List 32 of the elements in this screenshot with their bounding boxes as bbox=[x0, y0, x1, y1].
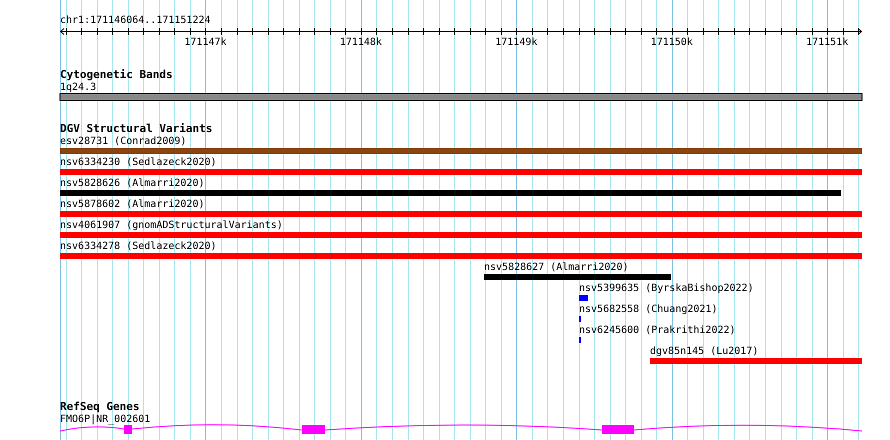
variant-bar[interactable] bbox=[60, 148, 862, 154]
track-title: Cytogenetic Bands bbox=[60, 68, 173, 81]
variant-bar[interactable] bbox=[650, 358, 862, 364]
variant-label: nsv5878602 (Almarri2020) bbox=[60, 199, 204, 210]
variant-bar[interactable] bbox=[60, 190, 841, 196]
variant-bar[interactable] bbox=[60, 211, 862, 217]
coordinate-label: 171148k bbox=[340, 37, 382, 48]
variant-bar[interactable] bbox=[484, 274, 671, 280]
coordinate-label: 171149k bbox=[495, 37, 538, 48]
variant-label: nsv4061907 (gnomADStructuralVariants) bbox=[60, 220, 283, 231]
variant-label: nsv6245600 (Prakrithi2022) bbox=[579, 325, 736, 336]
variant-label: nsv5399635 (ByrskaBishop2022) bbox=[579, 283, 754, 294]
variant-bar[interactable] bbox=[60, 232, 862, 238]
gene-model-drawing[interactable] bbox=[60, 424, 862, 434]
variant-label: nsv6334278 (Sedlazeck2020) bbox=[60, 241, 217, 252]
track-title: DGV Structural Variants bbox=[60, 122, 212, 135]
variant-label: nsv6334230 (Sedlazeck2020) bbox=[60, 157, 217, 168]
variant-label: dgv85n145 (Lu2017) bbox=[650, 346, 758, 357]
variant-bar[interactable] bbox=[60, 253, 862, 259]
track-title: RefSeq Genes bbox=[60, 400, 140, 413]
coordinate-label: 171147k bbox=[184, 37, 227, 48]
variant-bar[interactable] bbox=[579, 295, 588, 301]
gene-label: FMO6P|NR_002601 bbox=[60, 414, 150, 425]
variant-label: nsv5682558 (Chuang2021) bbox=[579, 304, 718, 315]
coordinate-label: 171150k bbox=[650, 37, 693, 48]
band-label: 1q24.3 bbox=[60, 82, 96, 93]
variant-label: esv28731 (Conrad2009) bbox=[60, 136, 186, 147]
variant-label: nsv5828627 (Almarri2020) bbox=[484, 262, 628, 273]
variant-label: nsv5828626 (Almarri2020) bbox=[60, 178, 204, 189]
coordinate-label: 171151k bbox=[806, 37, 848, 48]
variant-bar[interactable] bbox=[60, 169, 862, 175]
location-label: chr1:171146064..171151224 bbox=[60, 15, 211, 26]
